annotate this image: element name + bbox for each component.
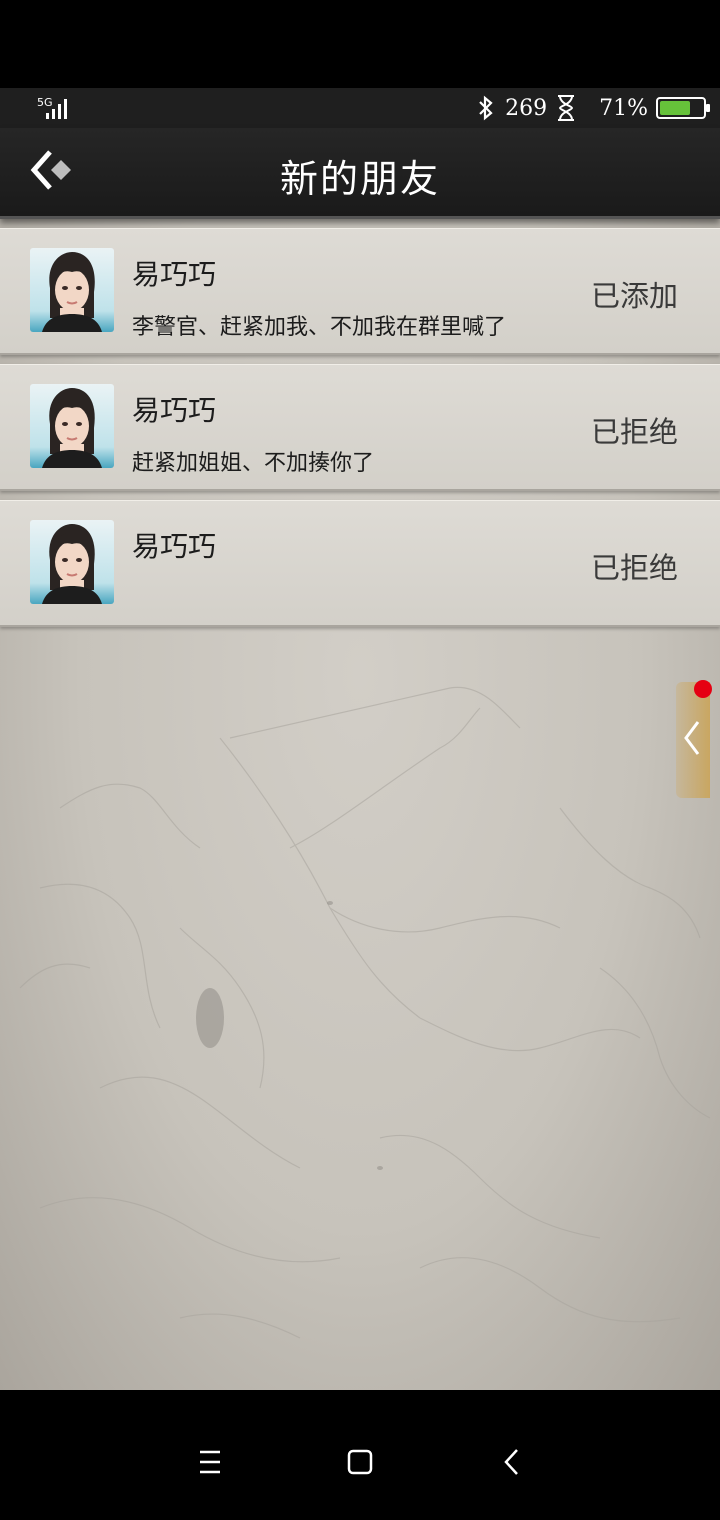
header-bar: 新的朋友 xyxy=(0,128,720,219)
home-icon xyxy=(347,1449,373,1475)
data-speed: 269 xyxy=(505,95,548,121)
battery-icon xyxy=(656,97,710,119)
system-nav-bar xyxy=(0,1390,720,1520)
chevron-left-icon xyxy=(684,721,700,755)
menu-icon xyxy=(200,1450,220,1474)
status-bar: 5G 269 71% xyxy=(0,88,720,128)
menu-button[interactable] xyxy=(190,1442,230,1482)
app-screen: 5G 269 71% 新的朋友 易巧巧 李警官、赶紧加我、不加我在群里喊了 已添… xyxy=(0,88,720,1390)
friend-request-item[interactable]: 易巧巧 李警官、赶紧加我、不加我在群里喊了 已添加 xyxy=(0,228,720,355)
request-message: 李警官、赶紧加我、不加我在群里喊了 xyxy=(132,315,507,340)
battery-percent: 71% xyxy=(599,95,648,121)
signal-bars-icon xyxy=(46,99,67,119)
avatar xyxy=(30,248,114,332)
side-drawer-tab[interactable] xyxy=(676,682,710,798)
top-black-band xyxy=(0,0,720,88)
bluetooth-icon xyxy=(479,95,493,121)
request-status: 已拒绝 xyxy=(590,415,678,449)
sender-name: 易巧巧 xyxy=(132,258,217,291)
nav-back-button[interactable] xyxy=(492,1442,532,1482)
hourglass-icon xyxy=(558,95,575,121)
home-button[interactable] xyxy=(340,1442,380,1482)
sender-name: 易巧巧 xyxy=(132,394,217,427)
page-title: 新的朋友 xyxy=(279,157,440,201)
battery-fill xyxy=(660,101,690,115)
avatar xyxy=(30,520,114,604)
notification-badge xyxy=(694,680,712,698)
status-right-group: 269 71% xyxy=(475,94,710,122)
friend-request-item[interactable]: 易巧巧 赶紧加姐姐、不加揍你了 已拒绝 xyxy=(0,364,720,491)
friend-request-item[interactable]: 易巧巧 已拒绝 xyxy=(0,500,720,627)
request-status: 已拒绝 xyxy=(590,551,678,585)
request-message: 赶紧加姐姐、不加揍你了 xyxy=(132,451,375,476)
back-icon xyxy=(504,1449,518,1475)
avatar xyxy=(30,384,114,468)
request-status: 已添加 xyxy=(590,279,678,313)
sender-name: 易巧巧 xyxy=(132,530,217,563)
